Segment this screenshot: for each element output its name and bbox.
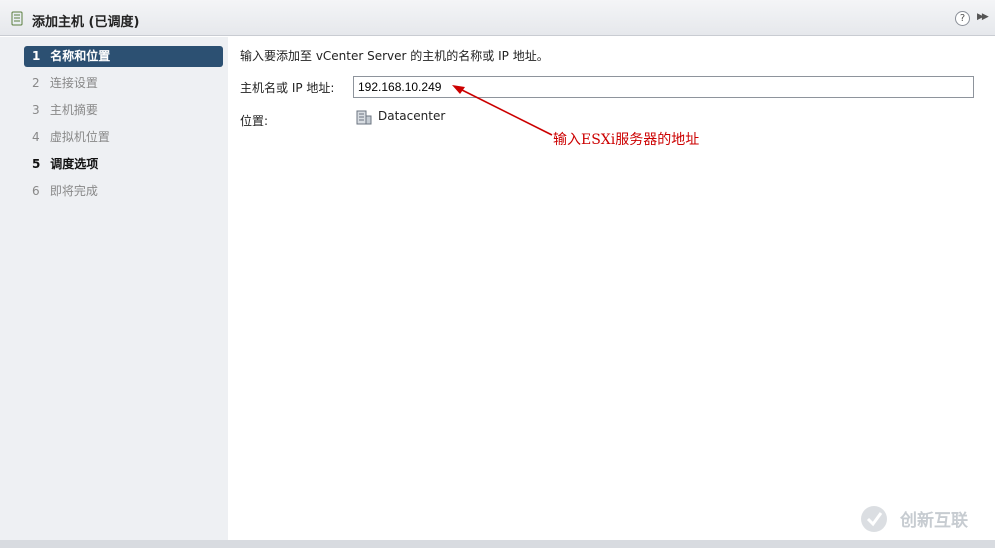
expand-icon[interactable]: ▶▶ <box>977 12 989 22</box>
main-panel: 输入要添加至 vCenter Server 的主机的名称或 IP 地址。 主机名… <box>228 37 995 540</box>
wizard-steps: 1 名称和位置 2 连接设置 3 主机摘要 4 虚拟机位置 5 调度选项 6 即… <box>0 37 228 540</box>
watermark-text: 创新互联 <box>900 511 968 531</box>
step-host-summary: 3 主机摘要 <box>24 100 223 121</box>
step-label: 连接设置 <box>49 76 98 90</box>
step-label: 调度选项 <box>50 157 99 171</box>
step-label: 名称和位置 <box>50 49 111 63</box>
location-label: 位置: <box>240 114 269 128</box>
dialog-title: 添加主机 (已调度) <box>32 15 140 30</box>
host-label: 主机名或 IP 地址: <box>240 81 335 95</box>
location-value[interactable]: Datacenter <box>378 109 445 123</box>
step-label: 虚拟机位置 <box>49 130 110 144</box>
step-number: 4 <box>32 130 40 144</box>
step-number: 1 <box>32 49 41 63</box>
datacenter-icon <box>356 110 372 125</box>
instruction-text: 输入要添加至 vCenter Server 的主机的名称或 IP 地址。 <box>240 49 549 63</box>
step-number: 2 <box>32 76 40 90</box>
step-label: 主机摘要 <box>49 103 98 117</box>
step-name-location[interactable]: 1 名称和位置 <box>24 46 223 67</box>
annotation-arrow <box>452 85 553 136</box>
annotation-text: 输入ESXi服务器的地址 <box>553 132 700 148</box>
bottom-bar <box>0 540 995 548</box>
step-label: 即将完成 <box>49 184 98 198</box>
step-connection-settings: 2 连接设置 <box>24 73 223 94</box>
host-icon <box>11 11 23 26</box>
title-bar: 添加主机 (已调度) ? ▶▶ <box>0 0 995 36</box>
help-icon[interactable]: ? <box>955 11 970 26</box>
step-scheduling-options[interactable]: 5 调度选项 <box>24 154 223 175</box>
step-number: 3 <box>32 103 40 117</box>
step-ready-to-complete: 6 即将完成 <box>24 181 223 202</box>
step-number: 6 <box>32 184 40 198</box>
step-number: 5 <box>32 157 41 171</box>
step-vm-location: 4 虚拟机位置 <box>24 127 223 148</box>
host-input[interactable] <box>353 76 974 98</box>
